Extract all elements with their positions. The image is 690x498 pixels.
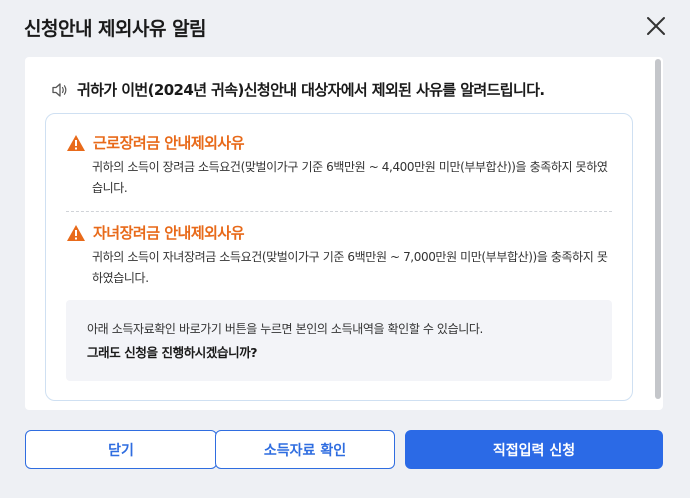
reason-description: 귀하의 소득이 자녀장려금 소득요건(맞벌이가구 기준 6백만원 ~ 7,000… [92, 250, 608, 285]
direct-apply-button[interactable]: 직접입력 신청 [405, 430, 663, 469]
close-icon [647, 17, 665, 35]
reason-title: 자녀장려금 안내제외사유 [66, 222, 612, 243]
speaker-icon [52, 82, 67, 97]
reason-item-child: 자녀장려금 안내제외사유 귀하의 소득이 자녀장려금 소득요건(맞벌이가구 기준… [66, 222, 612, 289]
notice-text: 귀하가 이번(2024년 귀속)신청안내 대상자에서 제외된 사유를 알려드립니… [77, 81, 545, 99]
scroll-thumb[interactable] [655, 59, 661, 399]
check-income-button[interactable]: 소득자료 확인 [215, 430, 395, 469]
info-text: 아래 소득자료확인 바로가기 버튼을 누르면 본인의 소득내역을 확인할 수 있… [87, 322, 483, 336]
reason-box: 근로장려금 안내제외사유 귀하의 소득이 장려금 소득요건(맞벌이가구 기준 6… [45, 113, 633, 401]
exclusion-notice-dialog: 신청안내 제외사유 알림 귀하가 이번(2024년 귀속)신청안내 대상자에서 … [0, 0, 690, 498]
reason-title: 근로장려금 안내제외사유 [66, 132, 612, 153]
notice-line: 귀하가 이번(2024년 귀속)신청안내 대상자에서 제외된 사유를 알려드립니… [51, 79, 545, 100]
dialog-header: 신청안내 제외사유 알림 [0, 0, 690, 54]
reason-description: 귀하의 소득이 장려금 소득요건(맞벌이가구 기준 6백만원 ~ 4,400만원… [92, 160, 608, 195]
dialog-content: 귀하가 이번(2024년 귀속)신청안내 대상자에서 제외된 사유를 알려드립니… [25, 57, 663, 410]
close-dialog-button[interactable]: 닫기 [25, 430, 217, 469]
info-question: 그래도 신청을 진행하시겠습니까? [87, 345, 258, 360]
scrollbar[interactable] [653, 57, 663, 410]
info-box: 아래 소득자료확인 바로가기 버튼을 누르면 본인의 소득내역을 확인할 수 있… [66, 300, 612, 381]
warning-icon [67, 224, 85, 241]
close-button[interactable] [640, 10, 672, 42]
reason-title-text: 자녀장려금 안내제외사유 [93, 224, 245, 242]
reason-item-earned-income: 근로장려금 안내제외사유 귀하의 소득이 장려금 소득요건(맞벌이가구 기준 6… [66, 132, 612, 199]
reason-title-text: 근로장려금 안내제외사유 [93, 134, 245, 152]
warning-icon [67, 134, 85, 151]
divider [66, 211, 612, 212]
dialog-title: 신청안내 제외사유 알림 [24, 18, 207, 40]
